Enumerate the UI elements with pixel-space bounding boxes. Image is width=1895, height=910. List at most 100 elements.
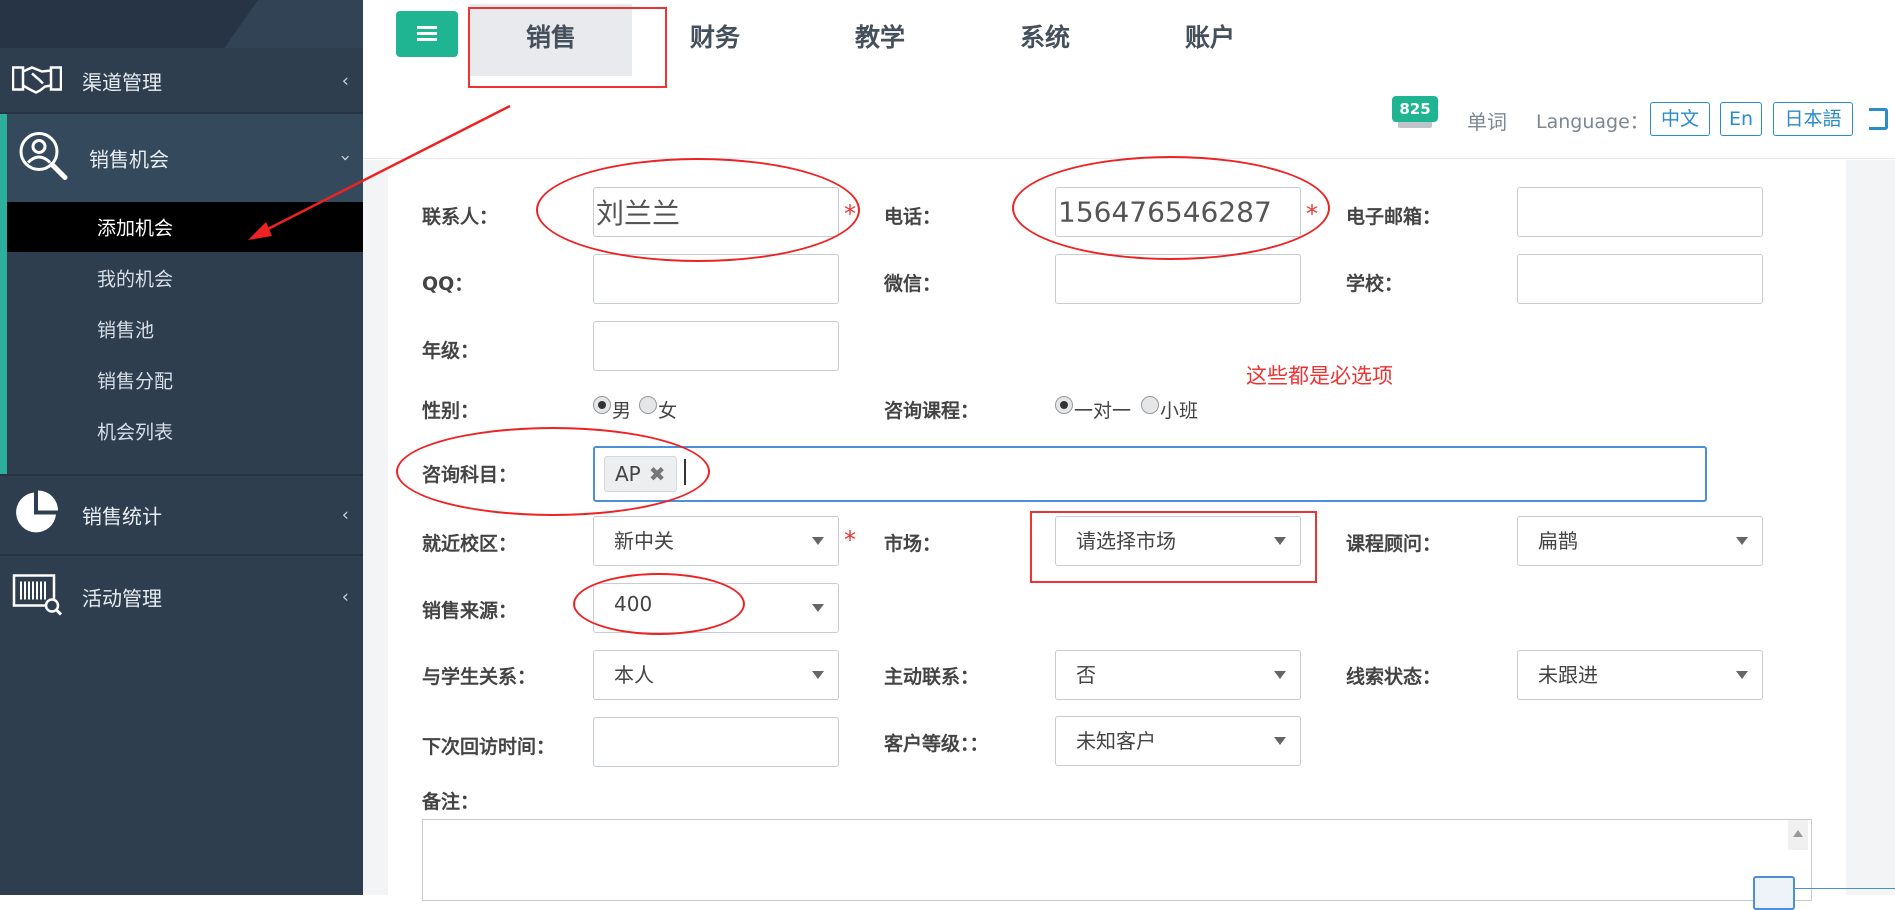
active-contact-label: 主动联系： xyxy=(884,666,980,688)
sidebar-item-activity[interactable]: 活动管理 ‹ xyxy=(0,556,363,638)
highlight-oval-phone xyxy=(1012,156,1330,260)
tab-label: 财务 xyxy=(689,23,741,52)
grade-input[interactable] xyxy=(593,321,839,371)
barcode-scan-icon xyxy=(12,574,63,621)
scroll-up-icon[interactable] xyxy=(1788,820,1808,850)
lang-zh-button[interactable]: 中文 xyxy=(1650,102,1710,136)
active-accent xyxy=(0,114,7,474)
relation-select[interactable]: 本人 xyxy=(593,650,839,700)
remark-textarea[interactable] xyxy=(422,819,1812,901)
dropdown-arrow-icon xyxy=(1736,671,1748,679)
lead-status-select[interactable]: 未跟进 xyxy=(1517,650,1763,700)
words-link[interactable]: 单词 xyxy=(1467,106,1507,135)
lead-status-value: 未跟进 xyxy=(1538,663,1598,687)
course-one-on-one-text: 一对一 xyxy=(1074,400,1132,422)
dropdown-arrow-icon xyxy=(812,604,824,612)
gender-label: 性别： xyxy=(422,400,480,422)
chevron-left-icon: ‹ xyxy=(341,70,349,92)
market-label: 市场： xyxy=(884,533,942,555)
tab-teaching[interactable]: 教学 xyxy=(825,4,935,76)
customer-level-select[interactable]: 未知客户 xyxy=(1055,716,1301,766)
subitem-label: 添加机会 xyxy=(97,217,174,240)
advisor-label: 课程顾问： xyxy=(1346,533,1442,555)
highlight-oval-source xyxy=(573,573,745,635)
relation-value: 本人 xyxy=(614,663,654,687)
campus-value: 新中关 xyxy=(614,529,674,553)
logout-icon[interactable] xyxy=(1869,108,1888,130)
subject-multiselect[interactable] xyxy=(593,446,1707,502)
language-label: Language： xyxy=(1536,111,1649,133)
tab-finance[interactable]: 财务 xyxy=(660,4,770,76)
campus-select[interactable]: 新中关 xyxy=(593,516,839,566)
email-input[interactable] xyxy=(1517,187,1763,237)
relation-label: 与学生关系： xyxy=(422,666,537,688)
subitem-label: 机会列表 xyxy=(97,421,174,444)
gender-male-text: 男 xyxy=(612,400,632,422)
subitem-label: 我的机会 xyxy=(97,268,174,291)
sidebar-item-label: 销售机会 xyxy=(89,147,169,172)
dropdown-arrow-icon xyxy=(1274,671,1286,679)
notification-badge: 825 xyxy=(1392,96,1438,122)
lang-ja-button[interactable]: 日本語 xyxy=(1773,102,1853,136)
required-note: 这些都是必选项 xyxy=(1246,364,1393,388)
sidebar-subitem-sales-pool[interactable]: 销售池 xyxy=(7,304,363,354)
tab-account[interactable]: 账户 xyxy=(1155,4,1265,76)
phone-label: 电话： xyxy=(884,206,942,228)
tab-label: 教学 xyxy=(854,23,906,52)
dropdown-arrow-icon xyxy=(812,537,824,545)
wechat-label: 微信： xyxy=(884,273,942,295)
advisor-value: 扁鹊 xyxy=(1538,529,1578,553)
chat-widget-line xyxy=(1793,888,1895,889)
tab-label: 账户 xyxy=(1184,23,1236,52)
chevron-left-icon: ‹ xyxy=(341,504,349,526)
sidebar-item-label: 活动管理 xyxy=(82,586,162,611)
sidebar-subitem-my-opportunity[interactable]: 我的机会 xyxy=(7,253,363,303)
highlight-oval-contact xyxy=(536,158,860,262)
sidebar-item-label: 销售统计 xyxy=(82,504,162,529)
chat-widget-icon[interactable] xyxy=(1753,876,1795,910)
highlight-box-sales-tab xyxy=(468,7,667,88)
lang-en-button[interactable]: En xyxy=(1720,102,1762,136)
tab-label: 系统 xyxy=(1019,23,1071,52)
sidebar-header xyxy=(0,0,363,48)
qq-label: QQ： xyxy=(422,273,474,295)
handshake-icon xyxy=(11,62,63,101)
user-search-icon xyxy=(17,130,69,187)
campus-label: 就近校区： xyxy=(422,533,518,555)
annotation-arrow xyxy=(248,104,511,240)
active-contact-value: 否 xyxy=(1076,663,1096,687)
course-small-class-radio[interactable] xyxy=(1141,396,1159,414)
dropdown-arrow-icon xyxy=(812,671,824,679)
subitem-label: 销售池 xyxy=(97,319,155,342)
school-label: 学校： xyxy=(1346,273,1404,295)
sidebar-subitem-opportunity-list[interactable]: 机会列表 xyxy=(7,406,363,456)
course-one-on-one-radio[interactable] xyxy=(1055,396,1073,414)
dropdown-arrow-icon xyxy=(1274,737,1286,745)
required-mark: * xyxy=(844,526,856,554)
next-visit-input[interactable] xyxy=(593,717,839,767)
tab-system[interactable]: 系统 xyxy=(990,4,1100,76)
sidebar-item-label: 渠道管理 xyxy=(82,70,162,95)
pie-chart-icon xyxy=(12,489,60,542)
lead-status-label: 线索状态： xyxy=(1346,666,1442,688)
customer-level-value: 未知客户 xyxy=(1076,729,1156,753)
gender-female-text: 女 xyxy=(658,400,678,422)
advisor-select[interactable]: 扁鹊 xyxy=(1517,516,1763,566)
wechat-input[interactable] xyxy=(1055,254,1301,304)
gender-female-radio[interactable] xyxy=(639,396,657,414)
remark-label: 备注： xyxy=(422,791,480,813)
sidebar-item-sales-stats[interactable]: 销售统计 ‹ xyxy=(0,476,363,554)
school-input[interactable] xyxy=(1517,254,1763,304)
course-small-class-text: 小班 xyxy=(1160,400,1199,422)
customer-level-label: 客户等级：： xyxy=(884,733,989,755)
next-visit-label: 下次回访时间： xyxy=(422,736,556,758)
subitem-label: 销售分配 xyxy=(97,370,174,393)
grade-label: 年级： xyxy=(422,340,480,362)
gender-male-radio[interactable] xyxy=(593,396,611,414)
course-label: 咨询课程： xyxy=(884,400,980,422)
menu-toggle-button[interactable] xyxy=(396,11,458,57)
highlight-oval-subject xyxy=(396,427,710,516)
sidebar-subitem-sales-assignment[interactable]: 销售分配 xyxy=(7,355,363,405)
active-contact-select[interactable]: 否 xyxy=(1055,650,1301,700)
dropdown-arrow-icon xyxy=(1736,537,1748,545)
